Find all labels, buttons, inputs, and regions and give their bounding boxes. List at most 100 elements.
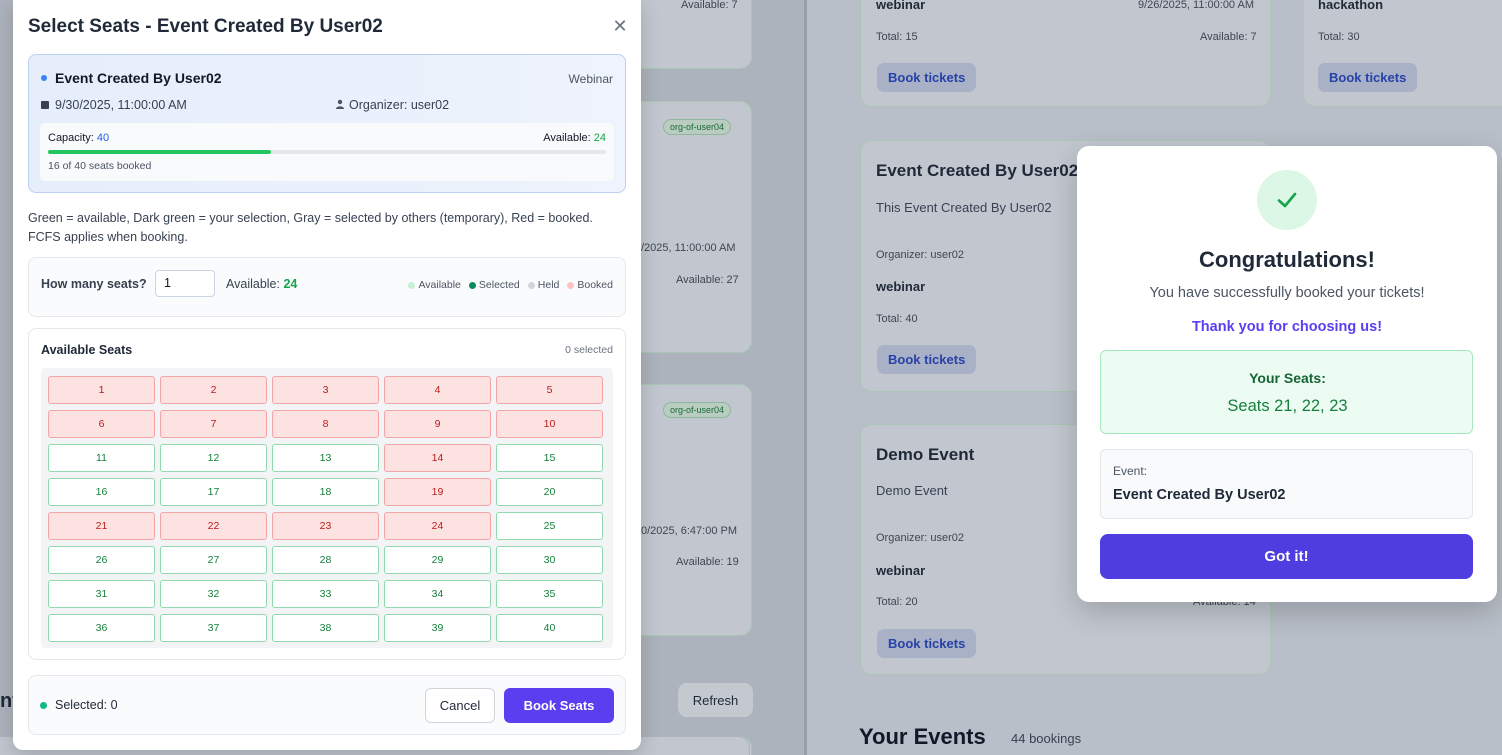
seat-3[interactable]: 3 bbox=[272, 376, 379, 404]
available-label: Available: bbox=[226, 277, 280, 291]
seat-23[interactable]: 23 bbox=[272, 512, 379, 540]
seat-count-input[interactable]: 1 bbox=[155, 270, 215, 297]
seat-count-label: How many seats? bbox=[41, 277, 147, 291]
available-text: Available: 24 bbox=[543, 132, 606, 144]
bookings-count: 44 bookings bbox=[1011, 731, 1082, 746]
legend-label: Selected bbox=[478, 279, 520, 291]
seat-30[interactable]: 30 bbox=[496, 546, 603, 574]
legend-label: Booked bbox=[577, 279, 613, 291]
seat-15[interactable]: 15 bbox=[496, 444, 603, 472]
seat-count-panel: How many seats? 1 Available: 24 Availabl… bbox=[28, 257, 626, 317]
seat-11[interactable]: 11 bbox=[48, 444, 155, 472]
bg-total: Total: 15 bbox=[876, 31, 918, 43]
available-label: Available: bbox=[543, 132, 591, 144]
book-tickets-button[interactable]: Book tickets bbox=[1318, 63, 1418, 92]
seat-13[interactable]: 13 bbox=[272, 444, 379, 472]
legend-label: Available bbox=[418, 279, 461, 291]
seat-18[interactable]: 18 bbox=[272, 478, 379, 506]
legend-held: Held bbox=[527, 279, 560, 291]
seat-6[interactable]: 6 bbox=[48, 410, 155, 438]
booked-seats-card: Your Seats: Seats 21, 22, 23 bbox=[1100, 350, 1473, 434]
book-tickets-button[interactable]: Book tickets bbox=[877, 63, 977, 92]
seat-26[interactable]: 26 bbox=[48, 546, 155, 574]
cancel-button[interactable]: Cancel bbox=[425, 688, 495, 723]
seat-8[interactable]: 8 bbox=[272, 410, 379, 438]
got-it-button[interactable]: Got it! bbox=[1100, 534, 1473, 579]
seat-25[interactable]: 25 bbox=[496, 512, 603, 540]
org-tag: org-of-user04 bbox=[663, 402, 732, 418]
seat-count-available: Available: 24 bbox=[226, 277, 297, 291]
seat-map-panel: Available Seats 0 selected 1 2 3 4 5 6 7 8 9 10 11… bbox=[28, 328, 626, 660]
bg-event-type: webinar bbox=[876, 279, 926, 294]
seat-5[interactable]: 5 bbox=[496, 376, 603, 404]
booked-event-card: Event: Event Created By User02 bbox=[1100, 449, 1473, 519]
seat-21[interactable]: 21 bbox=[48, 512, 155, 540]
close-icon[interactable]: ✕ bbox=[611, 17, 629, 35]
book-tickets-button[interactable]: Book tickets bbox=[877, 629, 977, 658]
legend-label: Held bbox=[537, 279, 560, 291]
seat-36[interactable]: 36 bbox=[48, 614, 155, 642]
seat-38[interactable]: 38 bbox=[272, 614, 379, 642]
bg-total: Total: 20 bbox=[876, 596, 918, 608]
status-dot bbox=[41, 75, 47, 81]
refresh-button[interactable]: Refresh bbox=[678, 683, 753, 717]
seat-40[interactable]: 40 bbox=[496, 614, 603, 642]
panel-divider bbox=[804, 0, 807, 755]
seat-37[interactable]: 37 bbox=[160, 614, 267, 642]
seat-legend-text: Green = available, Dark green = your sel… bbox=[28, 211, 593, 244]
event-date: 9/30/2025, 11:00:00 AM bbox=[55, 98, 187, 112]
bg-event-description: Demo Event bbox=[876, 483, 948, 498]
book-seats-button[interactable]: Book Seats bbox=[504, 688, 614, 723]
booked-seats-value: Seats 21, 22, 23 bbox=[1227, 397, 1348, 415]
seat-14[interactable]: 14 bbox=[384, 444, 491, 472]
seat-7[interactable]: 7 bbox=[160, 410, 267, 438]
thank-you-text: Thank you for choosing us! bbox=[1191, 319, 1383, 335]
seat-39[interactable]: 39 bbox=[384, 614, 491, 642]
seat-10[interactable]: 10 bbox=[496, 410, 603, 438]
capacity-progress-fill bbox=[48, 150, 272, 154]
seat-16[interactable]: 16 bbox=[48, 478, 155, 506]
bg-event-description: This Event Created By User02 bbox=[876, 200, 1052, 215]
booking-success-modal: Congratulations! You have successfully b… bbox=[1077, 146, 1497, 602]
seat-28[interactable]: 28 bbox=[272, 546, 379, 574]
your-events-heading: Your Events bbox=[859, 724, 986, 749]
bg-available: Available: 7 bbox=[1200, 31, 1257, 43]
org-tag: org-of-user04 bbox=[663, 119, 732, 135]
seat-status-legend: Available Selected Held Booked bbox=[408, 279, 613, 291]
seat-22[interactable]: 22 bbox=[160, 512, 267, 540]
seat-17[interactable]: 17 bbox=[160, 478, 267, 506]
bg-event-card: hackathon Total: 30 Book tickets bbox=[1303, 0, 1502, 107]
success-title: Congratulations! bbox=[1199, 247, 1375, 272]
booked-event-value: Event Created By User02 bbox=[1113, 487, 1286, 503]
calendar-icon bbox=[41, 101, 49, 109]
event-info-card: Event Created By User02 Webinar 9/30/202… bbox=[28, 54, 626, 193]
seat-map-title: Available Seats bbox=[41, 343, 133, 357]
seat-4[interactable]: 4 bbox=[384, 376, 491, 404]
seat-selection-modal: Select Seats - Event Created By User02 ✕… bbox=[13, 0, 641, 750]
event-type: Webinar bbox=[568, 72, 613, 86]
bg-event-type: webinar bbox=[876, 563, 926, 578]
seat-32[interactable]: 32 bbox=[160, 580, 267, 608]
seat-9[interactable]: 9 bbox=[384, 410, 491, 438]
seat-27[interactable]: 27 bbox=[160, 546, 267, 574]
event-name: Event Created By User02 bbox=[55, 70, 222, 86]
seat-2[interactable]: 2 bbox=[160, 376, 267, 404]
bg-event-title: Demo Event bbox=[876, 445, 975, 464]
seat-29[interactable]: 29 bbox=[384, 546, 491, 574]
seat-grid: 1 2 3 4 5 6 7 8 9 10 11 12 13 14 15 16 17 18 19 20 21 22 23 24 2… bbox=[41, 368, 613, 648]
bg-total: Total: 30 bbox=[1318, 31, 1360, 43]
book-tickets-button[interactable]: Book tickets bbox=[877, 345, 977, 374]
bg-total: Total: 40 bbox=[876, 313, 918, 325]
seat-24[interactable]: 24 bbox=[384, 512, 491, 540]
legend-dot-icon bbox=[567, 281, 575, 289]
seat-20[interactable]: 20 bbox=[496, 478, 603, 506]
seat-1[interactable]: 1 bbox=[48, 376, 155, 404]
seat-35[interactable]: 35 bbox=[496, 580, 603, 608]
seat-19[interactable]: 19 bbox=[384, 478, 491, 506]
seat-33[interactable]: 33 bbox=[272, 580, 379, 608]
seat-12[interactable]: 12 bbox=[160, 444, 267, 472]
seat-34[interactable]: 34 bbox=[384, 580, 491, 608]
seat-31[interactable]: 31 bbox=[48, 580, 155, 608]
legend-available: Available bbox=[408, 279, 461, 291]
bg-available-text: Available: 19 bbox=[676, 556, 739, 568]
